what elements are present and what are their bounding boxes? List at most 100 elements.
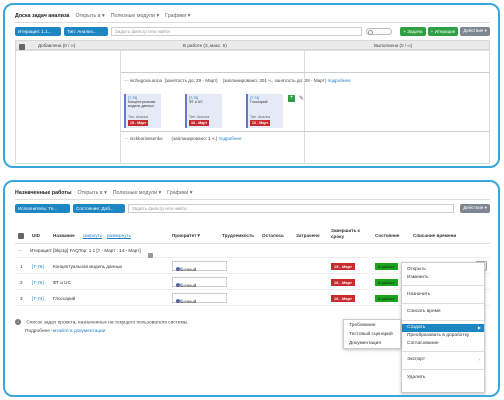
user-deadline: [занятость до: 29 - Март] [164, 78, 218, 83]
card-title: ФТ и UC [189, 100, 203, 104]
menu-useful-modules[interactable]: Полезные модули ▾ [113, 190, 161, 196]
filter-state[interactable]: Состояние: Доб... [73, 203, 125, 213]
edit-icon[interactable]: ✎ [299, 95, 304, 102]
menu-item-approval[interactable]: Согласование [407, 341, 439, 346]
board-actions-button[interactable]: Действия ▾ [460, 26, 490, 36]
menu-item-log-time[interactable]: Списать время [407, 309, 441, 314]
board-filter-input[interactable]: Задать фильтр или найти [111, 26, 363, 36]
deadline-badge: 16 - Март [331, 279, 355, 286]
board-title: Доска задач анализа [15, 13, 70, 19]
group-settings-icon[interactable] [148, 253, 153, 258]
board-toggle[interactable] [366, 27, 393, 35]
priority-value: Обычный [176, 267, 197, 272]
filter-iteration[interactable]: Итерация: 1.1... [15, 26, 61, 36]
settings-icon[interactable] [18, 233, 24, 239]
add-task-button[interactable]: + Задача [400, 26, 426, 36]
row-uid[interactable]: [T-76] [32, 264, 44, 269]
menu-item-assign[interactable]: Назначить [407, 292, 430, 297]
works-actions-button[interactable]: Действия ▾ [460, 203, 490, 213]
board-toolbar: Доска задач анализа Открыть в ▾ Полезные… [15, 10, 196, 22]
task-card[interactable]: [T-74] Глоссарий Тип: Анализ 16 - Март [246, 94, 283, 128]
menu-open-in[interactable]: Открыть в ▾ [75, 13, 104, 19]
submenu-documentation[interactable]: Документация [349, 341, 381, 346]
task-board-panel: Доска задач анализа Открыть в ▾ Полезные… [3, 3, 500, 168]
board-filter-row: Итерация: 1.1... Тип: Анализ... Задать ф… [15, 26, 490, 36]
menu-item-delete[interactable]: Удалить [407, 375, 425, 380]
documentation-link[interactable]: читайте в документации [51, 329, 105, 334]
menu-useful-modules[interactable]: Полезные модули ▾ [111, 13, 159, 19]
priority-value: Обычный [176, 299, 197, 304]
filter-type[interactable]: Тип: Анализ... [64, 26, 108, 36]
row-uid[interactable]: [T-75] [32, 280, 44, 285]
column-in-progress: В работе (3, макс. 5) [183, 43, 227, 48]
user-more-link[interactable]: подробнее [219, 136, 242, 141]
row-uid[interactable]: [T-74] [32, 296, 44, 301]
state-badge: В работе [375, 295, 398, 302]
menu-charts[interactable]: Графики ▾ [165, 13, 190, 19]
card-title: Глоссарий [250, 100, 268, 104]
works-title: Назначенные работы [15, 190, 72, 196]
card-title: Концептуальная модель данных [128, 100, 156, 108]
row-name: Глоссарий [53, 296, 76, 301]
submenu-arrow-icon: › [478, 357, 481, 362]
column-added: Добавлена (0 / ∞) [38, 43, 76, 48]
header-deadline[interactable]: Завершить к сроку [331, 228, 369, 240]
user-row-1: — vichugova.anna [занятость до: 29 - Мар… [124, 78, 351, 83]
works-filter-row: Исполнитель: Те... Состояние: Доб... Зад… [15, 203, 490, 213]
task-card[interactable]: [T-75] ФТ и UC Тип: Анализ 16 - Март [185, 94, 222, 128]
iteration-group-row: — Итерация: [bkp1p] FAQTop: 1.1 [7 - Мар… [15, 245, 490, 258]
column-done: Выполнена (0 / ∞) [374, 43, 413, 48]
user-planned: (запланировано: 301 ч., занятость до: 28… [222, 78, 327, 83]
user-more-link[interactable]: подробнее [328, 78, 351, 83]
header-left[interactable]: Осталось [262, 233, 284, 238]
board-body: — vichugova.anna [занятость до: 29 - Мар… [15, 50, 490, 164]
works-filter-input[interactable]: Задать фильтр или найти [128, 203, 455, 213]
header-name[interactable]: Название [53, 233, 75, 238]
menu-charts[interactable]: Графики ▾ [167, 190, 192, 196]
priority-select[interactable]: Обычный [172, 293, 227, 304]
info-icon: i [15, 319, 21, 325]
row-number: 2 [20, 280, 23, 285]
row-number: 3 [20, 296, 23, 301]
filter-assignee[interactable]: Исполнитель: Те... [15, 203, 70, 213]
header-state[interactable]: Состояние [375, 233, 399, 238]
card-type: Тип: Анализ [250, 115, 271, 119]
menu-item-create[interactable]: Создать ▶ [402, 324, 484, 332]
priority-select[interactable]: Обычный [172, 261, 227, 272]
card-date: 16 - Март [189, 120, 210, 126]
card-type: Тип: Анализ [189, 115, 210, 119]
header-effort[interactable]: Трудоемкость [222, 233, 254, 238]
menu-item-edit[interactable]: Изменить [407, 275, 429, 280]
user-name: nickborisssenko [129, 136, 163, 141]
submenu-test-scenario[interactable]: Тестовый сценарий [349, 332, 393, 337]
add-card-icon[interactable]: + [288, 95, 295, 102]
info-line: i Список задач проекта, назначенных на т… [15, 319, 189, 325]
priority-select[interactable]: Обычный [172, 277, 227, 288]
user-planned: (запланировано: 1 ч.) [171, 136, 218, 141]
iteration-group-label: Итерация: [bkp1p] FAQTop: 1.1 [7 - Март … [30, 248, 141, 253]
user-row-2: — nickborisssenko (запланировано: 1 ч.) … [124, 136, 242, 141]
header-uid: UID [32, 233, 40, 238]
menu-item-convert[interactable]: Преобразовать в доработку [407, 333, 469, 338]
add-iteration-button[interactable]: + Итерация [427, 26, 459, 36]
submenu-arrow-icon: ▶ [477, 325, 481, 330]
priority-value: Обычный [176, 283, 197, 288]
task-card[interactable]: [T-76] Концептуальная модель данных Тип:… [124, 94, 161, 128]
menu-item-export[interactable]: Экспорт [407, 357, 425, 362]
submenu-requirement[interactable]: Требование [349, 323, 376, 328]
state-badge: В работе [375, 279, 398, 286]
row-name: Концептуальная модель данных [53, 264, 123, 269]
deadline-badge: 16 - Март [331, 295, 355, 302]
expand-link[interactable]: развернуть [107, 233, 131, 238]
header-time-log[interactable]: Списание времени [413, 233, 456, 238]
menu-open-in[interactable]: Открыть в ▾ [78, 190, 107, 196]
menu-item-open[interactable]: Открыть [407, 267, 426, 272]
header-spent[interactable]: Затрачено [296, 233, 320, 238]
header-priority[interactable]: Приоритет▼ [172, 233, 201, 238]
user-name: vichugova.anna [129, 78, 163, 83]
row-context-menu: Открыть Изменить Назначить Списать время… [401, 262, 485, 393]
collapse-link[interactable]: свернуть [83, 233, 102, 238]
card-type: Тип: Анализ [128, 115, 149, 119]
row-number: 1 [20, 264, 23, 269]
deadline-badge: 15 - Март [331, 263, 355, 270]
